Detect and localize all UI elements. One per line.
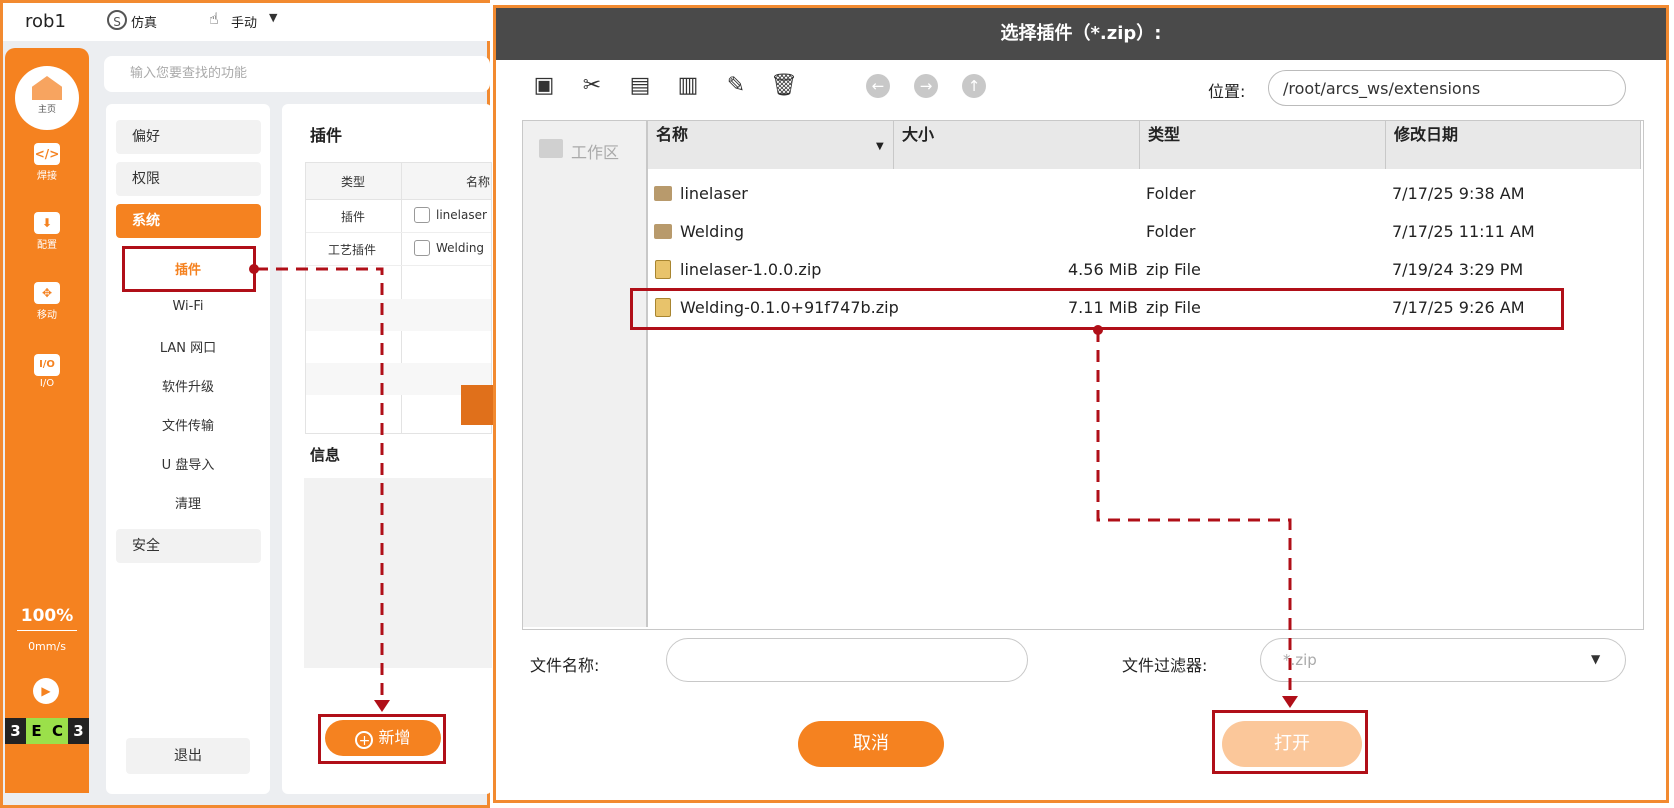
connector-dot: [249, 264, 259, 274]
connector-arrowhead: [374, 700, 390, 712]
connector-arrowhead: [1282, 696, 1298, 708]
connector-dot: [1093, 325, 1103, 335]
connector-file-to-open: [1096, 330, 1292, 696]
connector-plugins-to-add: [256, 267, 384, 700]
annotation-connectors: [249, 264, 1298, 712]
